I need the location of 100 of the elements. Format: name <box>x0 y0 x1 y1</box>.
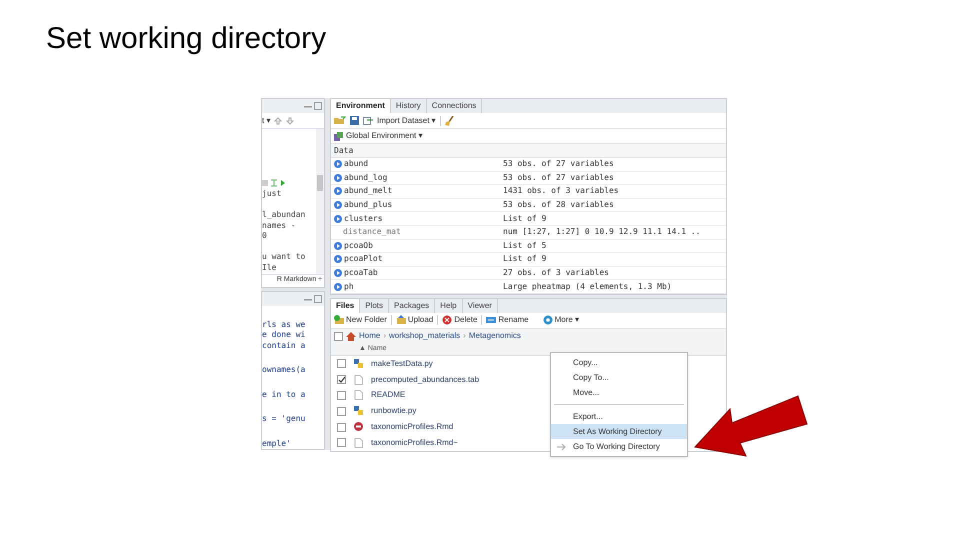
file-icon <box>354 438 363 448</box>
expand-icon[interactable] <box>334 282 342 291</box>
menu-item[interactable]: Copy... <box>551 355 687 370</box>
variable-name[interactable]: distance_mat <box>343 226 401 238</box>
variable-name[interactable]: pcoaTab <box>344 267 378 280</box>
breadcrumb-separator: › <box>463 330 466 342</box>
variable-value: List of 9 <box>503 212 546 225</box>
rename-icon <box>486 315 496 326</box>
file-checkbox[interactable] <box>337 359 346 368</box>
variable-value: 27 obs. of 3 variables <box>503 267 609 280</box>
variable-name[interactable]: ph <box>344 280 354 293</box>
variable-name[interactable]: pcoaPlot <box>344 253 383 266</box>
variable-name[interactable]: abund <box>344 158 368 170</box>
variable-value: 53 obs. of 27 variables <box>503 172 614 184</box>
file-checkbox[interactable] <box>337 422 346 432</box>
console-line: e in to a <box>262 390 306 400</box>
variable-name[interactable]: abund_log <box>344 172 388 184</box>
variable-value: 53 obs. of 27 variables <box>503 158 614 170</box>
cube-icon <box>334 132 343 140</box>
file-name-link[interactable]: makeTestData.py <box>371 358 433 370</box>
delete-icon <box>442 315 452 326</box>
section-header: Data <box>334 144 354 156</box>
console-line: rls as we <box>262 320 306 330</box>
variable-value: 53 obs. of 28 variables <box>503 199 614 212</box>
folder-plus-icon <box>334 315 344 326</box>
save-icon[interactable] <box>350 116 359 125</box>
variable-value: 1431 obs. of 3 variables <box>503 185 619 198</box>
menu-item[interactable]: Copy To... <box>551 370 687 385</box>
code-line: 0 <box>262 231 268 242</box>
breadcrumb-link[interactable]: Home <box>359 330 380 342</box>
table-import-icon[interactable] <box>363 116 373 125</box>
upload-icon <box>396 315 406 326</box>
maximize-icon[interactable] <box>314 102 322 110</box>
toolbar-button[interactable]: Delete <box>442 314 478 326</box>
file-name-link[interactable]: taxonomicProfiles.Rmd~ <box>371 436 458 449</box>
variable-name[interactable]: pcoaOb <box>344 240 373 252</box>
pane-tab[interactable]: Files <box>331 298 360 313</box>
expand-icon[interactable] <box>334 242 342 250</box>
scrollbar[interactable] <box>316 129 324 274</box>
file-checkbox[interactable] <box>337 390 346 400</box>
variable-value: num [1:27, 1:27] 0 10.9 12.9 11.1 14.1 .. <box>503 226 700 238</box>
python-file-icon <box>354 358 363 369</box>
rmarkdown-file-icon <box>354 422 363 432</box>
breadcrumb-link[interactable]: Metagenomics <box>468 330 521 342</box>
maximize-icon[interactable] <box>314 294 322 302</box>
slide-title: Set working directory <box>46 22 326 55</box>
expand-icon[interactable] <box>334 174 342 182</box>
file-icon <box>354 374 363 385</box>
toolbar-button[interactable]: More ▾ <box>542 314 580 326</box>
expand-icon[interactable] <box>334 201 342 210</box>
file-name-link[interactable]: runbowtie.py <box>371 405 416 418</box>
import-dataset-button[interactable]: Import Dataset ▾ <box>377 114 436 126</box>
arrow-icon <box>557 442 567 450</box>
variable-value: List of 9 <box>503 253 546 266</box>
broom-icon[interactable] <box>444 116 454 126</box>
file-checkbox[interactable] <box>337 375 346 384</box>
breadcrumb-separator: › <box>383 330 386 342</box>
file-icon <box>354 390 363 400</box>
console-line: s = 'genu <box>262 414 306 424</box>
code-line: u want to <box>262 252 306 262</box>
toolbar-label[interactable]: t ▾ <box>262 114 270 126</box>
toolbar-button[interactable]: Upload <box>396 314 434 326</box>
variable-value: List of 5 <box>503 240 546 252</box>
menu-item[interactable]: Export... <box>551 409 687 424</box>
breadcrumb-link[interactable]: workshop_materials <box>389 330 460 342</box>
console-line: e done wi <box>262 330 306 340</box>
file-checkbox[interactable] <box>337 438 346 448</box>
home-icon[interactable] <box>346 332 356 341</box>
pane-tab[interactable]: Environment <box>331 99 391 113</box>
variable-name[interactable]: abund_melt <box>344 185 392 198</box>
file-checkbox[interactable] <box>337 406 346 416</box>
gear-icon <box>542 315 553 326</box>
code-line: names - <box>262 220 297 231</box>
environment-dropdown[interactable]: Global Environment ▾ <box>346 130 422 142</box>
code-line: Ile <box>262 262 278 273</box>
menu-item[interactable]: Set As Working Directory <box>551 424 687 439</box>
expand-icon[interactable] <box>334 187 342 196</box>
expand-icon[interactable] <box>334 160 342 168</box>
variable-name[interactable]: abund_plus <box>344 199 392 212</box>
menu-item[interactable]: Go To Working Directory <box>551 439 687 454</box>
down-arrow-icon[interactable] <box>286 116 294 124</box>
expand-icon[interactable] <box>334 214 342 223</box>
select-all-checkbox[interactable] <box>334 332 343 341</box>
file-name-link[interactable]: precomputed_abundances.tab <box>371 374 480 386</box>
menu-item[interactable]: Move... <box>551 385 687 400</box>
variable-name[interactable]: clusters <box>344 212 383 225</box>
expand-icon[interactable] <box>334 269 342 278</box>
console-line: emple' <box>262 438 292 449</box>
toolbar-button[interactable]: New Folder <box>334 314 387 326</box>
toolbar-button[interactable]: Rename <box>486 314 529 326</box>
expand-icon[interactable] <box>334 255 342 264</box>
minimize-icon[interactable] <box>304 103 312 109</box>
chunk-run-icon[interactable] <box>262 179 286 187</box>
file-name-link[interactable]: taxonomicProfiles.Rmd <box>371 421 454 434</box>
file-name-link[interactable]: README <box>371 389 406 402</box>
up-arrow-icon[interactable] <box>274 116 282 124</box>
variable-value: Large pheatmap (4 elements, 1.3 Mb) <box>503 280 672 293</box>
console-line: contain a <box>262 340 306 351</box>
open-folder-icon[interactable] <box>334 116 346 125</box>
code-line: just <box>262 189 282 200</box>
